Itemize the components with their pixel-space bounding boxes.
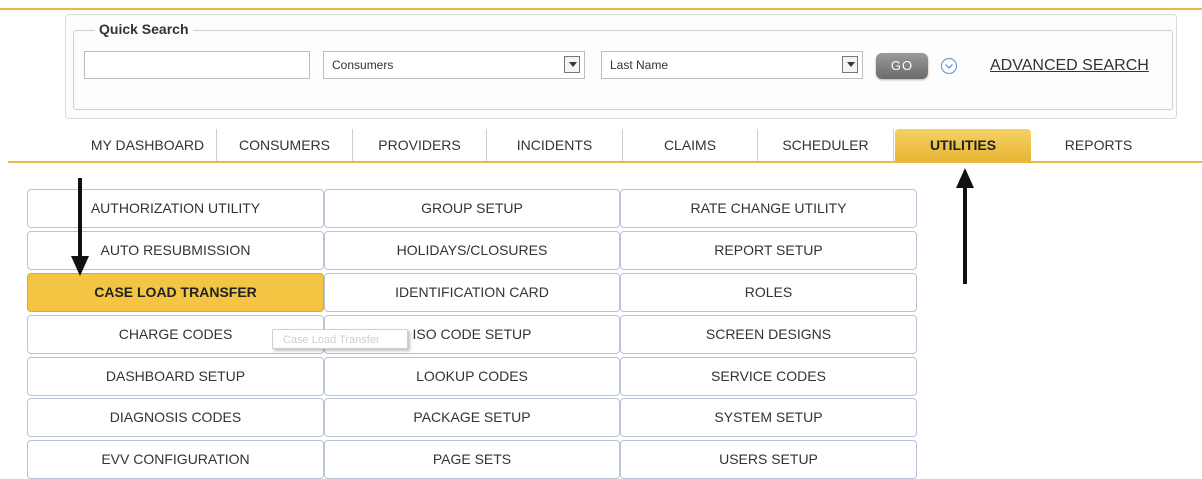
- go-button[interactable]: GO: [876, 53, 928, 79]
- utility-item-lookup-codes[interactable]: LOOKUP CODES: [324, 357, 620, 396]
- utility-item-screen-designs[interactable]: SCREEN DESIGNS: [620, 315, 917, 354]
- utility-item-dashboard-setup[interactable]: DASHBOARD SETUP: [27, 357, 324, 396]
- search-field-select[interactable]: Last Name: [601, 51, 863, 79]
- utility-item-report-setup[interactable]: REPORT SETUP: [620, 231, 917, 270]
- tab-claims[interactable]: CLAIMS: [623, 129, 758, 161]
- search-type-value: Consumers: [332, 58, 394, 72]
- utility-item-rate-change-utility[interactable]: RATE CHANGE UTILITY: [620, 189, 917, 228]
- quick-search-legend: Quick Search: [95, 21, 193, 37]
- utility-item-evv-configuration[interactable]: EVV CONFIGURATION: [27, 440, 324, 479]
- search-input[interactable]: [84, 51, 310, 79]
- dropdown-caret-icon[interactable]: [564, 56, 580, 73]
- tab-utilities[interactable]: UTILITIES: [895, 129, 1031, 161]
- utility-item-diagnosis-codes[interactable]: DIAGNOSIS CODES: [27, 398, 324, 437]
- tab-reports[interactable]: REPORTS: [1031, 129, 1166, 161]
- search-type-select[interactable]: Consumers: [323, 51, 585, 79]
- utility-item-page-sets[interactable]: PAGE SETS: [324, 440, 620, 479]
- utility-item-service-codes[interactable]: SERVICE CODES: [620, 357, 917, 396]
- utility-item-holidays-closures[interactable]: HOLIDAYS/CLOSURES: [324, 231, 620, 270]
- expand-circle-icon[interactable]: [940, 57, 958, 75]
- tab-scheduler[interactable]: SCHEDULER: [758, 129, 894, 161]
- down-arrow-annotation: [71, 178, 89, 276]
- tab-incidents[interactable]: INCIDENTS: [487, 129, 623, 161]
- up-arrow-annotation: [956, 168, 974, 284]
- dropdown-caret-icon[interactable]: [842, 56, 858, 73]
- advanced-search-link[interactable]: ADVANCED SEARCH: [990, 57, 1149, 75]
- hover-tooltip: Case Load Transfer: [272, 329, 408, 349]
- tab-providers[interactable]: PROVIDERS: [353, 129, 487, 161]
- utility-item-group-setup[interactable]: GROUP SETUP: [324, 189, 620, 228]
- utility-item-package-setup[interactable]: PACKAGE SETUP: [324, 398, 620, 437]
- utility-item-system-setup[interactable]: SYSTEM SETUP: [620, 398, 917, 437]
- nav-accent-line: [8, 161, 1202, 163]
- utility-item-roles[interactable]: ROLES: [620, 273, 917, 312]
- utility-item-identification-card[interactable]: IDENTIFICATION CARD: [324, 273, 620, 312]
- utility-item-users-setup[interactable]: USERS SETUP: [620, 440, 917, 479]
- search-field-value: Last Name: [610, 58, 669, 72]
- utility-item-case-load-transfer[interactable]: CASE LOAD TRANSFER: [27, 273, 324, 312]
- top-accent-line: [0, 8, 1202, 10]
- tab-my-dashboard[interactable]: MY DASHBOARD: [79, 129, 217, 161]
- tab-consumers[interactable]: CONSUMERS: [217, 129, 353, 161]
